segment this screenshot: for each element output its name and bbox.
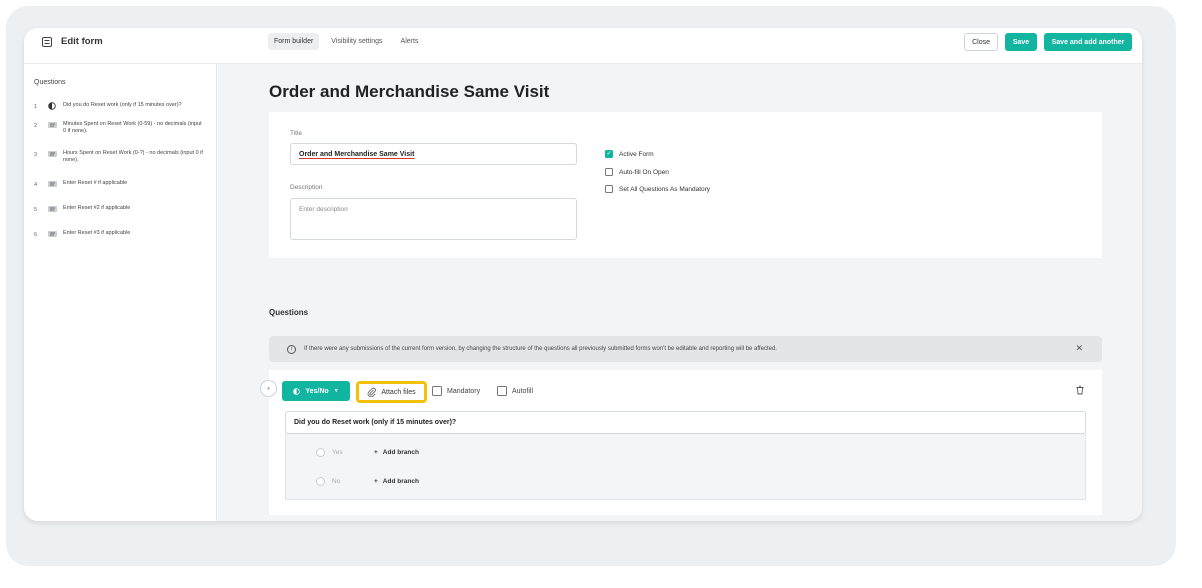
tab-form-builder[interactable]: Form builder — [268, 33, 320, 50]
banner-text: If there were any submissions of the cur… — [304, 346, 777, 352]
active-form-checkbox[interactable]: ✓ Active Form — [605, 150, 654, 158]
plus-icon: + — [374, 478, 378, 485]
checkbox-icon — [497, 386, 507, 396]
answers-section: Yes + Add branch No + Add branch — [285, 434, 1086, 500]
sidebar-question-item[interactable]: 2 Minutes Spent on Reset Work (0-59) - n… — [34, 121, 203, 135]
warning-banner: i If there were any submissions of the c… — [269, 336, 1102, 362]
form-header: Edit form — [42, 36, 103, 47]
attach-files-button[interactable]: Attach files — [356, 381, 427, 403]
form-details-card: Title Order and Merchandise Same Visit D… — [269, 112, 1102, 258]
sidebar-question-item[interactable]: 5 Enter Reset #2 if applicable — [34, 205, 130, 213]
title-input[interactable]: Order and Merchandise Same Visit — [290, 143, 577, 165]
checkbox-checked-icon: ✓ — [605, 150, 613, 158]
text-lines-icon — [47, 180, 57, 188]
chevron-down-icon: ▼ — [333, 388, 339, 394]
set-all-mandatory-label: Set All Questions As Mandatory — [619, 185, 711, 193]
question-type-dropdown[interactable]: Yes/No ▼ — [282, 381, 350, 401]
set-all-mandatory-checkbox[interactable]: Set All Questions As Mandatory — [605, 185, 710, 193]
tab-alerts[interactable]: Alerts — [395, 33, 425, 50]
form-icon — [42, 36, 52, 47]
checkbox-icon — [605, 185, 613, 193]
question-number: 1 — [34, 104, 38, 110]
yes-no-icon — [293, 387, 301, 395]
yes-no-icon — [47, 102, 57, 110]
questions-heading: Questions — [269, 308, 309, 317]
attach-files-label: Attach files — [381, 388, 416, 396]
mandatory-label: Mandatory — [447, 387, 481, 395]
question-number: 5 — [34, 207, 38, 213]
question-type-label: Yes/No — [305, 387, 329, 395]
question-text: Enter Reset # if applicable — [63, 180, 128, 186]
add-branch-label: Add branch — [382, 478, 419, 485]
question-text: Hours Spent on Reset Work (0-?) - no dec… — [63, 150, 203, 163]
sidebar-question-item[interactable]: 3 Hours Spent on Reset Work (0-?) - no d… — [34, 150, 203, 164]
checkbox-icon — [605, 168, 613, 176]
checkbox-icon — [432, 386, 442, 396]
add-branch-label: Add branch — [382, 449, 419, 456]
header-actions: Close Save Save and add another — [964, 33, 1132, 51]
text-lines-icon — [47, 205, 57, 213]
question-text: Enter Reset #3 if applicable — [63, 230, 131, 236]
question-text-input[interactable]: Did you do Reset work (only if 15 minute… — [285, 411, 1086, 434]
question-card: ⏸ Yes/No ▼ Attach files Mandatory Autofi… — [260, 370, 1102, 515]
trash-icon[interactable] — [1075, 385, 1085, 395]
question-number: 3 — [34, 152, 38, 158]
close-icon[interactable]: ✕ — [1075, 343, 1083, 354]
form-builder-main: Order and Merchandise Same Visit Title O… — [218, 64, 1142, 521]
radio-icon — [316, 448, 325, 457]
auto-fill-label: Auto-fill On Open — [619, 168, 669, 176]
autofill-label: Autofill — [512, 387, 534, 395]
sidebar-question-item[interactable]: 4 Enter Reset # if applicable — [34, 180, 127, 188]
mandatory-checkbox[interactable]: Mandatory — [432, 386, 480, 396]
save-and-add-another-button[interactable]: Save and add another — [1044, 33, 1132, 51]
paperclip-icon — [368, 387, 377, 397]
auto-fill-on-open-checkbox[interactable]: Auto-fill On Open — [605, 168, 669, 176]
description-label: Description — [290, 184, 323, 191]
tab-bar: Form builder Visibility settings Alerts — [268, 33, 424, 50]
question-number: 2 — [34, 123, 38, 129]
description-input[interactable]: Enter description — [290, 198, 577, 240]
info-icon: i — [287, 344, 296, 354]
close-button[interactable]: Close — [964, 33, 998, 51]
form-heading: Order and Merchandise Same Visit — [269, 82, 550, 101]
text-lines-icon — [47, 230, 57, 238]
answer-label: No — [332, 478, 341, 485]
sidebar-title: Questions — [34, 79, 66, 86]
plus-icon: + — [374, 449, 378, 456]
question-number: 4 — [34, 182, 38, 188]
add-branch-button[interactable]: + Add branch — [374, 449, 419, 456]
text-lines-icon — [47, 150, 57, 158]
questions-sidebar: Questions 1 Did you do Reset work (only … — [24, 64, 217, 521]
active-form-label: Active Form — [619, 150, 654, 158]
question-text: Enter Reset #2 if applicable — [63, 205, 131, 211]
top-bar: Edit form Form builder Visibility settin… — [24, 28, 1142, 64]
autofill-checkbox[interactable]: Autofill — [497, 386, 533, 396]
sidebar-question-item[interactable]: 1 Did you do Reset work (only if 15 minu… — [34, 102, 213, 110]
drag-handle-icon[interactable]: ⏸ — [260, 380, 277, 397]
radio-icon — [316, 477, 325, 486]
answer-option-yes[interactable]: Yes — [316, 448, 343, 457]
title-label: Title — [290, 130, 303, 137]
question-text: Did you do Reset work (only if 15 minute… — [63, 102, 182, 108]
page-title: Edit form — [61, 36, 103, 47]
question-number: 6 — [34, 232, 38, 238]
text-lines-icon — [47, 121, 57, 129]
add-branch-button[interactable]: + Add branch — [374, 478, 419, 485]
save-button[interactable]: Save — [1005, 33, 1037, 51]
sidebar-question-item[interactable]: 6 Enter Reset #3 if applicable — [34, 230, 130, 238]
question-text: Minutes Spent on Reset Work (0-59) - no … — [63, 121, 202, 134]
app-window: Edit form Form builder Visibility settin… — [24, 28, 1142, 521]
answer-label: Yes — [332, 449, 343, 456]
answer-option-no[interactable]: No — [316, 477, 340, 486]
tab-visibility-settings[interactable]: Visibility settings — [325, 33, 388, 50]
